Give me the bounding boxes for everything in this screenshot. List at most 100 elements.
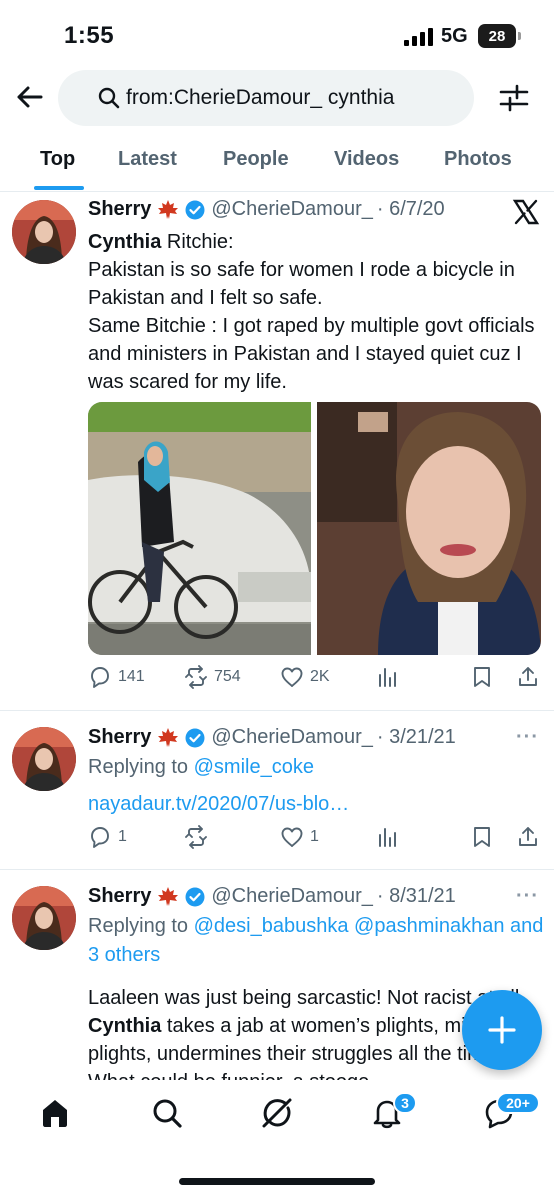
like-count: 1 [310,828,319,845]
tab-latest[interactable]: Latest [118,148,177,171]
search-query: from:CherieDamour_ cynthia [126,86,395,109]
verified-badge-icon [185,200,205,219]
avatar[interactable] [12,727,76,791]
share-button[interactable] [516,825,540,849]
post-text: Cynthia Ritchie: Pakistan is so safe for… [88,228,544,396]
author-name[interactable]: Sherry [88,198,151,221]
tab-photos[interactable]: Photos [444,148,512,171]
tab-top[interactable]: Top [40,148,75,171]
repost-icon [185,825,207,849]
repost-count: 754 [214,668,241,685]
post-divider [0,869,554,870]
post-date: · 6/7/20 [376,198,445,220]
post-text-line: Same Bitchie : I got raped by multiple g… [88,315,535,393]
reply-icon [91,827,109,848]
replying-to: Replying to @desi_babushka @pashminakhan… [88,912,544,970]
author-handle[interactable]: @CherieDamour_ [211,726,372,749]
post-actions: 1 1 [88,825,542,855]
author-name[interactable]: Sherry [88,726,151,749]
bookmark-button[interactable] [470,665,494,689]
like-count: 2K [310,668,330,685]
home-icon[interactable] [38,1096,72,1130]
maple-leaf-icon [158,199,179,219]
author-handle[interactable]: @CherieDamour_ [211,198,372,221]
author-handle[interactable]: @CherieDamour_ [211,885,372,908]
reply-button[interactable]: 1 [88,825,127,849]
network-type: 5G [441,25,468,47]
back-arrow-icon[interactable] [14,82,44,112]
post-header: Sherry @CherieDamour_ · 8/31/21 [88,885,456,908]
maple-leaf-icon [158,886,179,906]
post-date: · 3/21/21 [376,726,456,748]
post-text-line: Ritchie: [161,231,234,253]
highlight-cynthia: Cynthia [88,231,162,253]
more-options-icon[interactable]: ··· [516,885,539,908]
reply-icon [91,667,109,688]
heart-icon [281,667,303,687]
bookmark-button[interactable] [470,825,494,849]
mention-link[interactable]: @smile_coke [194,756,314,778]
like-button[interactable]: 1 [280,825,319,849]
mention-link[interactable]: @desi_babushka [194,915,349,937]
url-link[interactable]: nayadaur.tv/2020/07/us-blo… [88,793,349,815]
views-button[interactable] [376,825,400,849]
grok-icon[interactable] [260,1096,294,1130]
bookmark-icon [474,827,490,847]
verified-badge-icon [185,887,205,906]
tab-videos[interactable]: Videos [334,148,399,171]
post-date: · 8/31/21 [376,885,456,907]
messages-badge: 20+ [496,1092,540,1114]
share-button[interactable] [516,665,540,689]
verified-badge-icon [185,728,205,747]
heart-icon [281,827,303,847]
reply-button[interactable]: 141 [88,665,145,689]
share-icon [519,827,537,846]
search-tabs: Top Latest People Videos Photos [0,130,554,192]
author-name[interactable]: Sherry [88,885,151,908]
notifications-badge: 3 [393,1092,417,1114]
post-divider [0,710,554,711]
plus-icon [488,1016,516,1044]
home-indicator [179,1178,375,1185]
avatar[interactable] [12,200,76,264]
replying-to: Replying to @smile_coke [88,753,544,782]
reply-count: 1 [118,828,127,845]
repost-icon [185,665,207,689]
replying-to-label: Replying to [88,915,194,937]
repost-button[interactable] [184,825,208,849]
battery-icon: 28 [478,24,521,48]
status-time: 1:55 [64,22,115,49]
repost-button[interactable]: 754 [184,665,241,689]
post-text-segment: Laaleen was just being sarcastic! Not ra… [88,987,525,1009]
tab-people[interactable]: People [223,148,289,171]
post-photos [88,402,541,655]
post-header: Sherry @CherieDamour_ · 6/7/20 [88,198,445,221]
more-options-icon[interactable]: ··· [516,726,539,749]
avatar[interactable] [12,886,76,950]
post-text-line: Pakistan is so safe for women I rode a b… [88,259,515,309]
mention-link[interactable]: @pashminakhan [354,915,504,937]
status-bar: 1:55 5G 28 [0,0,554,70]
share-icon [519,667,537,686]
analytics-icon [379,828,396,847]
highlight-cynthia: Cynthia [88,1015,162,1037]
like-button[interactable]: 2K [280,665,330,689]
post-header: Sherry @CherieDamour_ · 3/21/21 [88,726,456,749]
reply-count: 141 [118,668,145,685]
post-actions: 141 754 2K [88,665,542,695]
signal-icon [404,28,433,46]
compose-button[interactable] [462,990,542,1070]
active-tab-indicator [34,186,84,190]
maple-leaf-icon [158,727,179,747]
views-button[interactable] [376,665,400,689]
search-icon [98,87,120,109]
bookmark-icon [474,667,490,687]
search-icon[interactable] [150,1096,184,1130]
search-input[interactable]: from:CherieDamour_ cynthia [58,70,474,126]
replying-to-label: Replying to [88,756,194,778]
post-media[interactable] [88,402,541,655]
x-logo-icon [512,199,540,225]
filter-settings-icon[interactable] [498,82,530,114]
analytics-icon [379,668,396,687]
post-link-row: nayadaur.tv/2020/07/us-blo… [88,790,544,819]
